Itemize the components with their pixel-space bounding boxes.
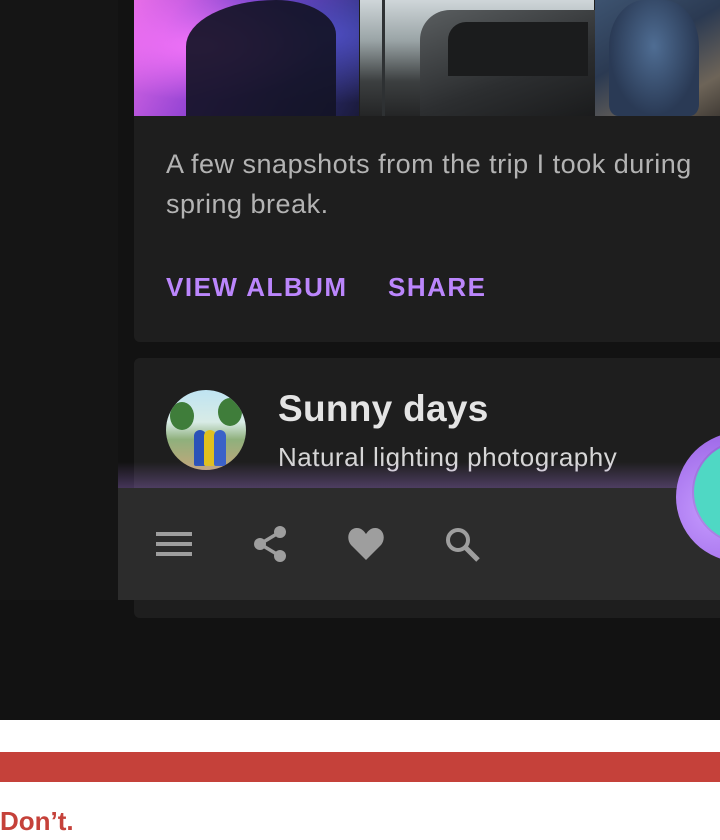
menu-icon[interactable] — [154, 524, 194, 564]
photo-car-window — [448, 22, 588, 76]
share-button[interactable]: SHARE — [388, 272, 487, 303]
album-description-line: spring break. — [166, 189, 329, 219]
album-photo[interactable] — [360, 0, 600, 116]
dont-label: Don’t. — [0, 806, 74, 836]
photo-silhouette — [186, 0, 336, 116]
album-description-line: A few snapshots from the trip I took dur… — [166, 149, 692, 179]
avatar-palm — [170, 402, 194, 430]
card-title: Sunny days — [278, 388, 489, 429]
view-album-button[interactable]: VIEW ALBUM — [166, 272, 348, 303]
avatar-person — [214, 430, 226, 466]
share-icon[interactable] — [250, 524, 290, 564]
search-icon[interactable] — [442, 524, 482, 564]
device-screen: A few snapshots from the trip I took dur… — [0, 0, 720, 720]
album-card[interactable]: A few snapshots from the trip I took dur… — [134, 0, 720, 342]
screen-edge — [0, 0, 118, 600]
album-photo[interactable] — [134, 0, 359, 116]
photo-pole — [382, 0, 385, 116]
heart-icon[interactable] — [346, 524, 386, 564]
avatar — [166, 390, 246, 470]
avatar-palm — [218, 398, 242, 426]
photo-figure — [609, 0, 699, 116]
album-photo[interactable] — [595, 0, 720, 116]
album-description: A few snapshots from the trip I took dur… — [166, 144, 720, 224]
dont-indicator-bar — [0, 752, 720, 782]
bottom-app-bar — [118, 488, 720, 600]
photo-strip — [134, 0, 720, 116]
